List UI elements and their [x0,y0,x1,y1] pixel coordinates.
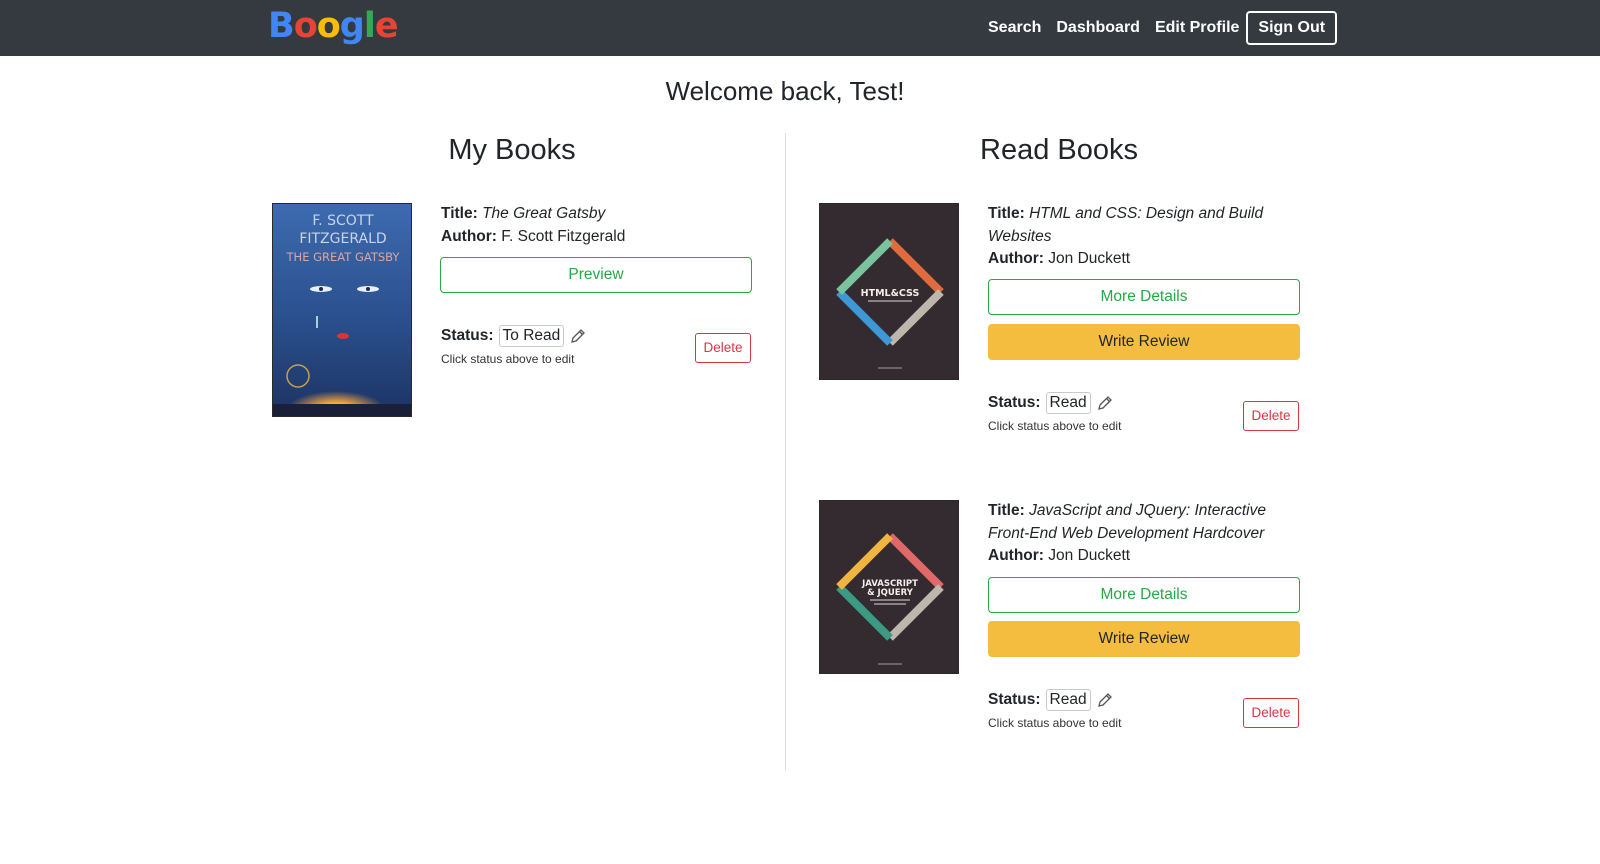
status-hint: Click status above to edit [988,419,1122,433]
brand-logo[interactable]: Boogle [268,4,399,48]
title-label: Title: [988,205,1025,222]
delete-button[interactable]: Delete [695,333,751,363]
title-label: Title: [988,502,1025,519]
more-details-button[interactable]: More Details [988,279,1300,315]
nav-search-link[interactable]: Search [988,19,1041,37]
status-value[interactable]: Read [1045,689,1091,711]
html-css-cover-art: HTML&CSS [820,204,958,379]
cover-title-line: THE GREAT GATSBY [286,250,401,264]
book-info: Title: JavaScript and JQuery: Interactiv… [988,500,1300,568]
nav-edit-profile-link[interactable]: Edit Profile [1155,19,1239,37]
status-row: Status: Read [988,689,1113,711]
book-author: F. Scott Fitzgerald [501,227,626,245]
book-author: Jon Duckett [1048,250,1131,267]
status-hint: Click status above to edit [441,352,575,366]
sign-out-button[interactable]: Sign Out [1246,11,1338,45]
brand-letter-1: B [268,6,295,46]
cover-author-line2: FITZGERALD [299,231,386,247]
status-label: Status: [988,394,1041,411]
preview-button[interactable]: Preview [440,257,752,293]
pencil-icon[interactable] [1097,395,1113,411]
author-label: Author: [441,227,497,245]
status-hint: Click status above to edit [988,716,1122,730]
book-info: Title: HTML and CSS: Design and Build We… [988,203,1300,271]
book-cover-javascript-jquery: JAVASCRIPT & JQUERY [819,500,959,674]
status-value[interactable]: To Read [498,325,565,347]
navbar: Boogle Search Dashboard Edit Profile Sig… [0,0,1600,56]
brand-letter-3: o [316,6,341,46]
column-divider [785,133,786,770]
brand-letter-5: l [363,6,376,46]
book-info: Title: The Great Gatsby Author: F. Scott… [441,203,753,248]
read-books-heading: Read Books [980,134,1138,166]
title-label: Title: [441,205,478,222]
status-label: Status: [441,327,494,344]
book-title: JavaScript and JQuery: Interactive Front… [988,502,1266,542]
brand-letter-2: o [293,6,318,46]
status-row: Status: To Read [441,325,586,347]
cover-title: HTML&CSS [861,288,920,299]
book-author: Jon Duckett [1048,547,1131,564]
status-label: Status: [988,691,1041,708]
cover-title-line2: & JQUERY [867,588,914,598]
welcome-heading: Welcome back, Test! [665,76,905,106]
my-books-heading: My Books [448,134,576,166]
delete-button[interactable]: Delete [1243,698,1299,728]
author-label: Author: [988,250,1044,267]
nav-dashboard-link[interactable]: Dashboard [1056,19,1140,37]
status-value[interactable]: Read [1045,392,1091,414]
status-row: Status: Read [988,392,1113,414]
book-cover-great-gatsby: F. SCOTT FITZGERALD THE GREAT GATSBY [272,203,412,417]
javascript-jquery-cover-art: JAVASCRIPT & JQUERY [820,501,958,673]
pencil-icon[interactable] [1097,692,1113,708]
book-title: The Great Gatsby [482,205,606,222]
nav-links: Search Dashboard Edit Profile Sign Out [988,0,1338,56]
book-cover-html-css: HTML&CSS [819,203,959,380]
brand-letter-6: e [374,6,399,46]
brand-letter-4: g [339,6,365,46]
cover-author-line1: F. SCOTT [312,213,374,229]
great-gatsby-cover-art: F. SCOTT FITZGERALD THE GREAT GATSBY [273,204,411,416]
book-title: HTML and CSS: Design and Build Websites [988,205,1264,245]
author-label: Author: [988,547,1044,564]
delete-button[interactable]: Delete [1243,401,1299,431]
write-review-button[interactable]: Write Review [988,324,1300,360]
pencil-icon[interactable] [570,328,586,344]
more-details-button[interactable]: More Details [988,577,1300,613]
write-review-button[interactable]: Write Review [988,621,1300,657]
